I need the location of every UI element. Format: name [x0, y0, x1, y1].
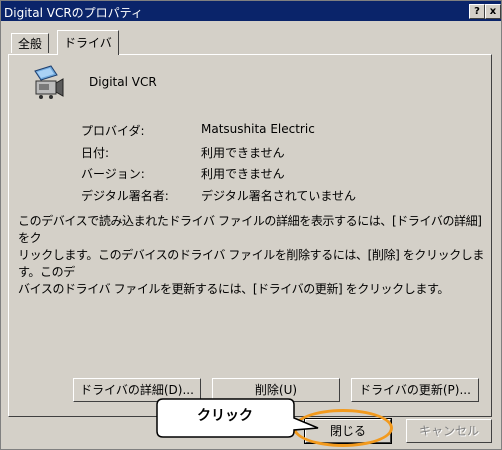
callout-bubble	[156, 398, 319, 438]
callout-text: クリック	[197, 408, 253, 424]
